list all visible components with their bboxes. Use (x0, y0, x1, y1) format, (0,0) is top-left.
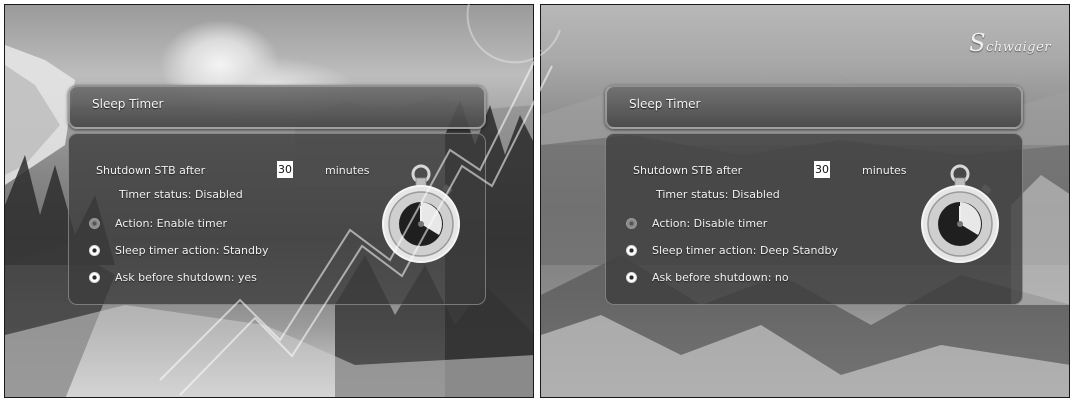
minutes-unit-label: minutes (862, 164, 907, 177)
option-ask-before-shutdown[interactable]: Ask before shutdown: no (626, 269, 789, 285)
option-ask-before-shutdown[interactable]: Ask before shutdown: yes (89, 269, 257, 285)
option-action[interactable]: Action: Disable timer (626, 215, 767, 231)
stopwatch-icon (921, 164, 999, 263)
shutdown-label: Shutdown STB after (96, 164, 206, 177)
stopwatch-icon (382, 164, 460, 263)
screen-left: Sleep Timer Shutdown STB after 30 minute… (4, 4, 534, 398)
minutes-input[interactable]: 30 (277, 161, 293, 178)
option-label: Ask before shutdown: yes (115, 270, 257, 284)
timer-status: Timer status: Disabled (119, 188, 243, 201)
minutes-input[interactable]: 30 (814, 161, 830, 178)
settings-panel: Shutdown STB after 30 minutes Timer stat… (605, 133, 1023, 305)
radio-button-icon (626, 244, 637, 256)
option-label: Action: Disable timer (652, 216, 768, 230)
radio-button-icon (89, 217, 100, 229)
timer-status: Timer status: Disabled (656, 188, 780, 201)
title-bar: Sleep Timer (68, 85, 486, 129)
settings-panel: Shutdown STB after 30 minutes Timer stat… (68, 133, 486, 305)
title-bar: Sleep Timer (605, 85, 1023, 129)
radio-button-icon (626, 271, 637, 283)
screen-right: Schwaiger Sleep Timer Shutdown STB after… (540, 4, 1070, 398)
option-sleep-timer-action[interactable]: Sleep timer action: Deep Standby (626, 242, 838, 258)
shutdown-label: Shutdown STB after (633, 164, 743, 177)
window-title: Sleep Timer (629, 97, 701, 111)
option-label: Sleep timer action: Standby (115, 243, 269, 257)
radio-button-icon (89, 244, 100, 256)
option-action[interactable]: Action: Enable timer (89, 215, 227, 231)
radio-button-icon (626, 217, 637, 229)
window-title: Sleep Timer (92, 97, 164, 111)
minutes-unit-label: minutes (325, 164, 370, 177)
radio-button-icon (89, 271, 100, 283)
option-label: Ask before shutdown: no (652, 270, 789, 284)
option-label: Action: Enable timer (115, 216, 227, 230)
option-sleep-timer-action[interactable]: Sleep timer action: Standby (89, 242, 268, 258)
option-label: Sleep timer action: Deep Standby (652, 243, 838, 257)
brand-logo: Schwaiger (969, 29, 1051, 57)
